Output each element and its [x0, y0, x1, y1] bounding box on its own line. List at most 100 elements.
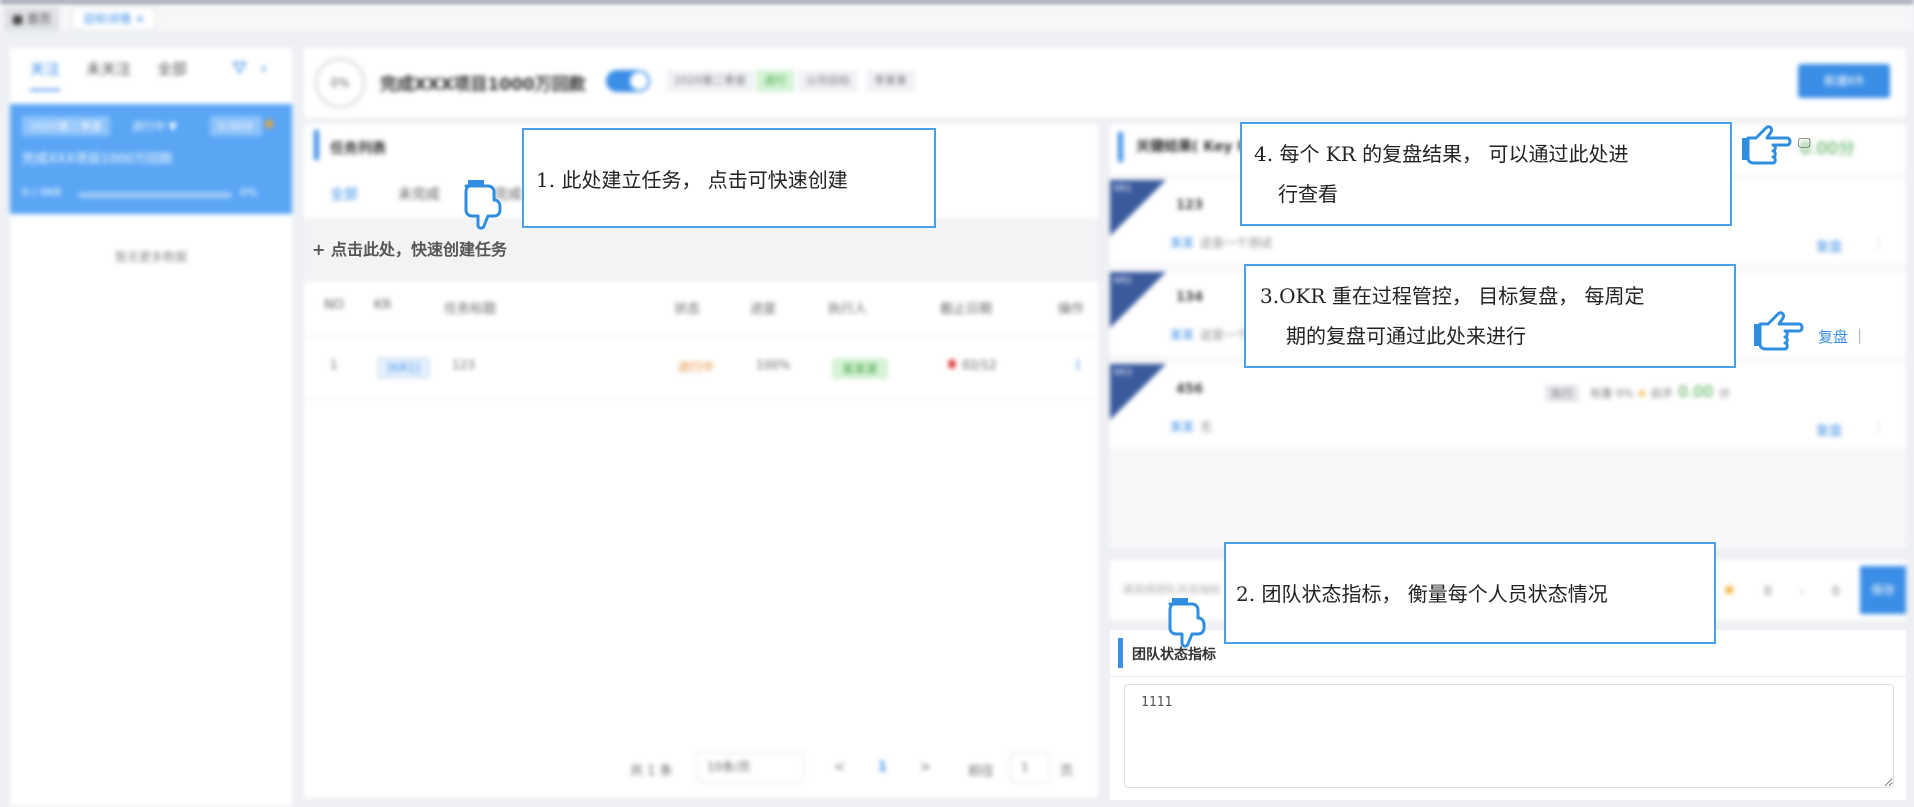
callout-okr-review: 3.OKR 重在过程管控， 目标复盘， 每周定 期的复盘可通过此处来进行 [1244, 264, 1736, 368]
pager-goto-input[interactable]: 1 [1010, 752, 1050, 782]
row-title[interactable]: 123 [452, 358, 475, 372]
kr-desc: 某某无 [1170, 418, 1212, 435]
tab-followed[interactable]: 关注 [30, 58, 61, 91]
kr-user: 某某 [1170, 420, 1195, 434]
period-tag: 2020第二季度 [666, 70, 754, 92]
row-status: 进行中 [678, 360, 715, 374]
kr-weight: 权重 0% [1590, 387, 1634, 400]
team-status-panel: 团队状态指标 1111 [1110, 630, 1906, 800]
kr-user: 某某 [1170, 236, 1195, 250]
callout-kr-review: 4. 每个 KR 的复盘结果， 可以通过此处进 行查看 [1240, 122, 1732, 226]
okr-progress-track [78, 192, 232, 198]
okr-card[interactable]: 2020第二季度 进行中 ▼ 0.00分 ★ 完成XXX项目1000万回款 0 … [10, 104, 292, 214]
task-panel-title: 任务列表 [330, 141, 386, 157]
status-dash: - [1800, 584, 1805, 598]
callout-team-status: 2. 团队状态指标， 衡量每个人员状态情况 [1224, 542, 1716, 644]
callout-text-line2: 期的复盘可通过此处来进行 [1286, 324, 1526, 348]
kr-badge: KR2 [1114, 276, 1132, 286]
okr-period: 2020第二季度 [22, 116, 110, 136]
empty-text: 暂无更多数据 [114, 250, 187, 264]
col-executor: 执行人 [828, 302, 868, 317]
row-more-icon[interactable]: ⋮ [1072, 358, 1084, 372]
pager-total: 共 1 条 [630, 764, 673, 779]
header-divider [304, 336, 1098, 337]
quick-create-text[interactable]: + 点击此处，快速创建任务 [312, 236, 507, 260]
pager-unit: 页 [1060, 764, 1074, 779]
status-value-b[interactable]: 0 [1832, 584, 1840, 598]
owner-tag: 李某某 [866, 70, 915, 92]
pager-next[interactable]: > [920, 760, 931, 775]
row-deadline: 02/12 [948, 358, 997, 372]
pager-current[interactable]: 1 [878, 760, 887, 775]
col-title: 任务标题 [444, 302, 497, 317]
row-progress: 100% [756, 358, 791, 372]
callout-create-task: 1. 此处建立任务， 点击可快速创建 [522, 128, 936, 228]
save-status-button[interactable]: 保存 [1860, 566, 1906, 614]
row-divider [304, 398, 1098, 399]
tab-home[interactable]: ■ 首页 [4, 7, 60, 31]
pager-size-select[interactable]: 10条/页 [696, 752, 804, 782]
type-tag: 公司目标 [798, 70, 858, 92]
row-no: 1 [330, 358, 338, 372]
tab-bar: ■ 首页 目标详情 × [0, 3, 1914, 33]
okr-score: 0.00分 [210, 116, 262, 136]
tab-unfollowed[interactable]: 未关注 [86, 58, 131, 91]
kr-user: 某某 [1170, 328, 1195, 342]
pointing-hand-right-icon [1742, 125, 1792, 165]
star-icon: ★ [1722, 580, 1737, 599]
col-no: NO [324, 298, 344, 313]
team-status-textarea[interactable]: 1111 [1124, 684, 1894, 788]
section-marker [1118, 638, 1123, 668]
callout-text: 1. 此处建立任务， 点击可快速创建 [536, 168, 848, 192]
row-executor: 某某某 [832, 358, 889, 379]
pager-goto-label: 前往 [968, 764, 995, 779]
monitor-icon[interactable]: 🖵 [1798, 136, 1811, 151]
row-deadline-text: 02/12 [962, 358, 997, 372]
kr-score: 0.00 [1677, 382, 1714, 401]
kr-tag: 执行 [1545, 385, 1579, 402]
col-progress: 进度 [750, 302, 777, 317]
col-status: 状态 [674, 302, 701, 317]
kr-review-link[interactable]: 复盘 [1816, 236, 1842, 255]
toggle-knob [630, 72, 648, 90]
tab-all[interactable]: 全部 [157, 58, 187, 91]
okr-list-panel: 关注 未关注 全部 ⛛ ‹ 2020第二季度 进行中 ▼ 0.00分 ★ 完成X… [10, 48, 292, 806]
filter-icon[interactable]: ⛛ [232, 58, 247, 79]
status-value-a[interactable]: 0 [1764, 584, 1772, 598]
row-kr-badge: [KR1] [378, 358, 430, 378]
goal-title: 完成XXX项目1000万回款 [380, 75, 586, 95]
kr-name: 134 [1176, 290, 1204, 305]
callout-text-line1: 4. 每个 KR 的复盘结果， 可以通过此处进 [1254, 142, 1629, 166]
pointing-hand-down-icon [1168, 598, 1206, 648]
okr-list-tabs: 关注 未关注 全部 [30, 58, 187, 91]
pointing-hand-right-icon [1754, 311, 1804, 351]
new-kr-button[interactable]: 新建KR [1798, 64, 1890, 98]
kr-self-eval: 自评 [1650, 387, 1673, 400]
goal-header: 0% 完成XXX项目1000万回款 2020第二季度 进行 公司目标 李某某 新… [304, 48, 1906, 118]
kr-separator: ⋮ [1872, 236, 1885, 251]
tab-goal-detail[interactable]: 目标详情 × [72, 7, 156, 31]
kr-desc-text: 这是一个测试 [1200, 236, 1273, 250]
callout-text-line1: 3.OKR 重在过程管控， 目标复盘， 每周定 [1260, 284, 1645, 308]
kr-name: 123 [1176, 198, 1204, 213]
collapse-icon[interactable]: ‹ [260, 58, 267, 79]
col-kr: KR [374, 298, 392, 313]
star-icon[interactable]: ★ [262, 114, 276, 133]
state-tag: 进行 [756, 70, 794, 92]
okr-title: 完成XXX项目1000万回款 [22, 152, 173, 167]
okr-kr-count: 0 / 0KR [22, 186, 62, 199]
kr-review-link[interactable]: 复盘 [1816, 420, 1842, 439]
pager-prev[interactable]: < [834, 760, 845, 775]
kr-badge: KR3 [1114, 368, 1132, 378]
kr-desc: 某某 这是一个测试 [1170, 234, 1272, 251]
kr-score-unit: 分 [1718, 387, 1730, 400]
kr-desc-text: 无 [1200, 420, 1213, 434]
review-link[interactable]: 复盘 [1818, 326, 1848, 347]
callout-text-line2: 行查看 [1278, 182, 1338, 206]
okr-state[interactable]: 进行中 ▼ [132, 118, 177, 134]
section-marker [314, 130, 319, 160]
tab-all-tasks[interactable]: 全部 [330, 184, 358, 220]
tab-unfinished[interactable]: 未完成 [398, 184, 440, 220]
kr-separator: ⋮ [1872, 420, 1885, 435]
star-icon: ★ [1636, 387, 1647, 400]
